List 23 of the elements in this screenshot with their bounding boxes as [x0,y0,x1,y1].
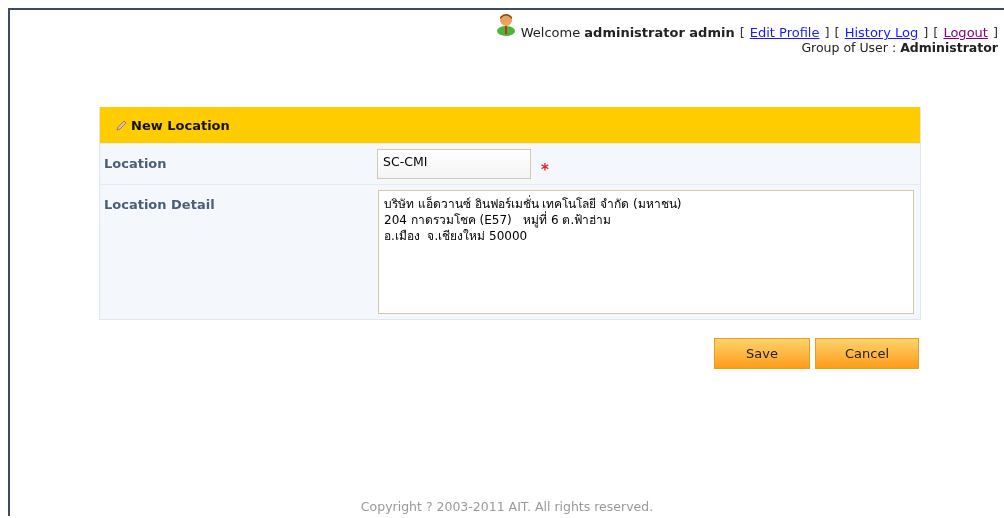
bracket: [ [933,25,939,40]
header-link[interactable]: Edit Profile [749,25,820,40]
bracket: ] [824,25,830,40]
bracket: ] [992,25,998,40]
cancel-button[interactable]: Cancel [815,338,919,369]
required-asterisk: * [541,161,549,179]
form-title: New Location [131,117,230,133]
group-value: Administrator [900,40,998,55]
group-label: Group of User : [801,40,897,55]
copyright-text: Copyright ? 2003-2011 AIT. All rights reserved. [360,499,654,514]
bracket: [ [739,25,745,40]
field-label: Location Detail [103,196,216,214]
save-button[interactable]: Save [714,338,810,369]
welcome-text: Welcome administrator admin [520,25,735,40]
bracket: [ [834,25,840,40]
bracket: ] [923,25,929,40]
header-link[interactable]: Logout [943,25,988,40]
pencil-icon [116,119,128,131]
location-detail-textarea[interactable]: บริษัท แอ็ดวานซ์ อินฟอร์เมชั่น เทคโนโลยี จำกัด (มหาชน) 204 กาดรวมโชค (E57) หมู่ที่ 6 ต.ฟ้าฮ่าม อ.เมือง จ.เชียงใหม่ 50000 [378,190,914,314]
user-avatar-icon-drawing [496,14,515,36]
field-label: Location [103,155,168,173]
header-link[interactable]: History Log [844,25,919,40]
location-input[interactable]: SC-CMI [377,149,531,179]
